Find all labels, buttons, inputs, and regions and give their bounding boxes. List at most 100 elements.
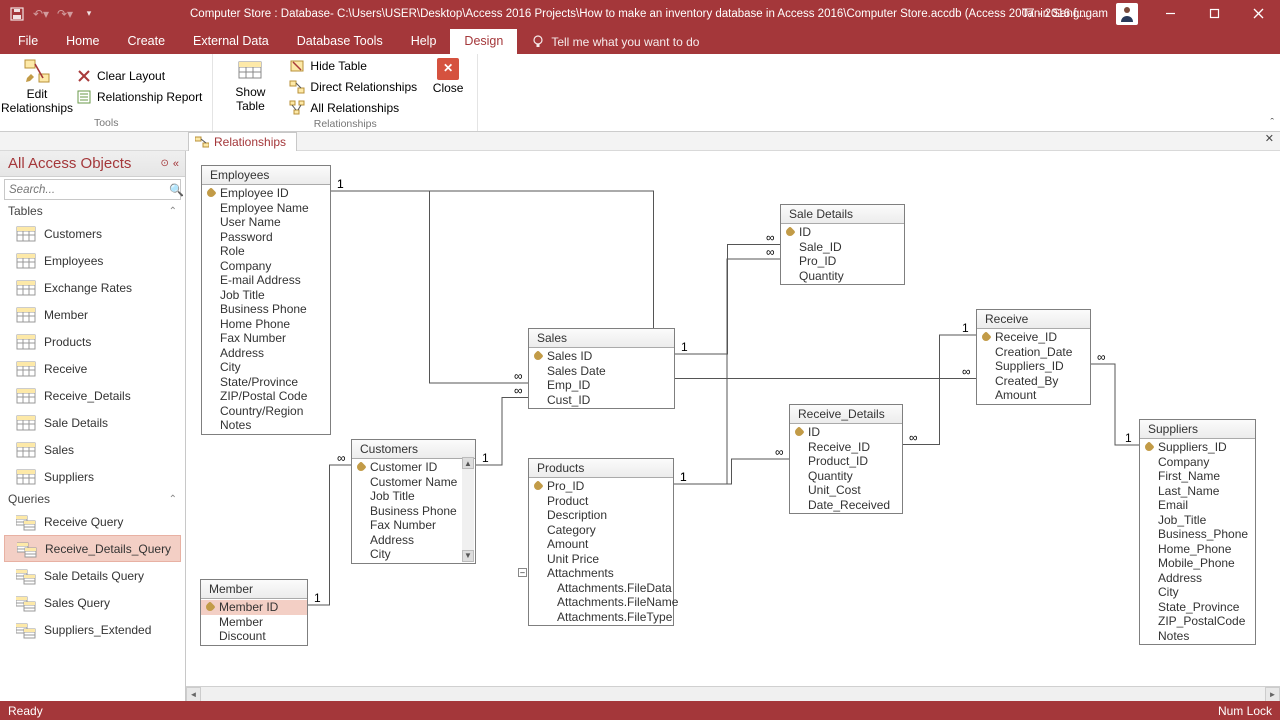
tell-me-search[interactable]: Tell me what you want to do bbox=[531, 29, 699, 54]
field-job_title[interactable]: Job_Title bbox=[1140, 513, 1255, 528]
nav-item-sales-query[interactable]: Sales Query bbox=[4, 589, 181, 616]
field-address[interactable]: Address bbox=[1140, 571, 1255, 586]
field-attachments[interactable]: Attachments bbox=[529, 566, 673, 581]
field-notes[interactable]: Notes bbox=[202, 418, 330, 433]
field-fax-number[interactable]: Fax Number bbox=[352, 518, 475, 533]
nav-item-suppliers[interactable]: Suppliers bbox=[4, 463, 181, 490]
redo-icon[interactable]: ↷▾ bbox=[54, 3, 76, 25]
field-date_received[interactable]: Date_Received bbox=[790, 498, 902, 513]
nav-item-employees[interactable]: Employees bbox=[4, 247, 181, 274]
field-user-name[interactable]: User Name bbox=[202, 215, 330, 230]
entity-customers[interactable]: CustomersCustomer IDCustomer NameJob Tit… bbox=[351, 439, 476, 564]
field-cust_id[interactable]: Cust_ID bbox=[529, 393, 674, 408]
field-discount[interactable]: Discount bbox=[201, 629, 307, 644]
entity-title[interactable]: Receive_Details bbox=[790, 405, 902, 424]
field-pro_id[interactable]: Pro_ID bbox=[529, 479, 673, 494]
field-emp_id[interactable]: Emp_ID bbox=[529, 378, 674, 393]
user-avatar-icon[interactable] bbox=[1116, 3, 1138, 25]
maximize-button[interactable] bbox=[1192, 0, 1236, 27]
nav-item-sales[interactable]: Sales bbox=[4, 436, 181, 463]
nav-item-member[interactable]: Member bbox=[4, 301, 181, 328]
clear-layout-button[interactable]: Clear Layout bbox=[74, 66, 204, 86]
nav-item-receive-details-query[interactable]: Receive_Details_Query bbox=[4, 535, 181, 562]
field-product[interactable]: Product bbox=[529, 494, 673, 509]
field-sales-id[interactable]: Sales ID bbox=[529, 349, 674, 364]
nav-item-customers[interactable]: Customers bbox=[4, 220, 181, 247]
field-job-title[interactable]: Job Title bbox=[352, 489, 475, 504]
field-company[interactable]: Company bbox=[1140, 455, 1255, 470]
close-button-ribbon[interactable]: ✕ Close bbox=[427, 56, 469, 96]
expander-icon[interactable]: – bbox=[518, 568, 527, 577]
horizontal-scrollbar[interactable]: ◄ ► bbox=[186, 686, 1280, 701]
nav-group-queries[interactable]: Queries⌃ bbox=[0, 490, 185, 508]
field-zip-postal-code[interactable]: ZIP/Postal Code bbox=[202, 389, 330, 404]
field-sales-date[interactable]: Sales Date bbox=[529, 364, 674, 379]
entity-sale-details[interactable]: Sale DetailsIDSale_IDPro_IDQuantity bbox=[780, 204, 905, 285]
field-pro_id[interactable]: Pro_ID bbox=[781, 254, 904, 269]
field-company[interactable]: Company bbox=[202, 259, 330, 274]
nav-group-tables[interactable]: Tables⌃ bbox=[0, 202, 185, 220]
field-product_id[interactable]: Product_ID bbox=[790, 454, 902, 469]
hide-table-button[interactable]: Hide Table bbox=[287, 56, 419, 76]
entity-title[interactable]: Products bbox=[529, 459, 673, 478]
field-unit-price[interactable]: Unit Price bbox=[529, 552, 673, 567]
field-employee-id[interactable]: Employee ID bbox=[202, 186, 330, 201]
nav-item-receive-details[interactable]: Receive_Details bbox=[4, 382, 181, 409]
entity-scrollbar[interactable]: ▲▼ bbox=[462, 457, 474, 562]
relationship-report-button[interactable]: Relationship Report bbox=[74, 87, 204, 107]
show-table-button[interactable]: Show Table bbox=[221, 56, 279, 114]
field-address[interactable]: Address bbox=[352, 533, 475, 548]
tab-help[interactable]: Help bbox=[397, 29, 451, 54]
field-password[interactable]: Password bbox=[202, 230, 330, 245]
user-name[interactable]: Tanin Sangngam bbox=[1022, 8, 1108, 20]
entity-title[interactable]: Suppliers bbox=[1140, 420, 1255, 439]
field-sale_id[interactable]: Sale_ID bbox=[781, 240, 904, 255]
field-zip_postalcode[interactable]: ZIP_PostalCode bbox=[1140, 614, 1255, 629]
field-quantity[interactable]: Quantity bbox=[781, 269, 904, 284]
tab-file[interactable]: File bbox=[4, 29, 52, 54]
nav-item-sale-details-query[interactable]: Sale Details Query bbox=[4, 562, 181, 589]
nav-title[interactable]: All Access Objects bbox=[8, 155, 131, 172]
field-amount[interactable]: Amount bbox=[977, 388, 1090, 403]
nav-item-exchange-rates[interactable]: Exchange Rates bbox=[4, 274, 181, 301]
close-button[interactable] bbox=[1236, 0, 1280, 27]
field-description[interactable]: Description bbox=[529, 508, 673, 523]
tab-design[interactable]: Design bbox=[450, 29, 517, 54]
field-business-phone[interactable]: Business Phone bbox=[352, 504, 475, 519]
field-creation_date[interactable]: Creation_Date bbox=[977, 345, 1090, 360]
entity-suppliers[interactable]: SuppliersSuppliers_IDCompanyFirst_NameLa… bbox=[1139, 419, 1256, 645]
field-id[interactable]: ID bbox=[781, 225, 904, 240]
field-state_province[interactable]: State_Province bbox=[1140, 600, 1255, 615]
nav-collapse-icon[interactable]: « bbox=[173, 158, 179, 170]
field-business-phone[interactable]: Business Phone bbox=[202, 302, 330, 317]
minimize-button[interactable] bbox=[1148, 0, 1192, 27]
nav-item-products[interactable]: Products bbox=[4, 328, 181, 355]
field-first_name[interactable]: First_Name bbox=[1140, 469, 1255, 484]
field-attachments-filename[interactable]: Attachments.FileName bbox=[529, 595, 673, 610]
nav-item-sale-details[interactable]: Sale Details bbox=[4, 409, 181, 436]
entity-receive[interactable]: ReceiveReceive_IDCreation_DateSuppliers_… bbox=[976, 309, 1091, 405]
entity-title[interactable]: Customers bbox=[352, 440, 475, 459]
field-business_phone[interactable]: Business_Phone bbox=[1140, 527, 1255, 542]
tab-home[interactable]: Home bbox=[52, 29, 113, 54]
entity-receive-details[interactable]: Receive_DetailsIDReceive_IDProduct_IDQua… bbox=[789, 404, 903, 514]
field-state-province[interactable]: State/Province bbox=[202, 375, 330, 390]
nav-item-suppliers-extended[interactable]: Suppliers_Extended bbox=[4, 616, 181, 643]
field-email[interactable]: Email bbox=[1140, 498, 1255, 513]
all-relationships-button[interactable]: All Relationships bbox=[287, 98, 419, 118]
field-address[interactable]: Address bbox=[202, 346, 330, 361]
scroll-left-icon[interactable]: ◄ bbox=[186, 687, 201, 701]
entity-sales[interactable]: SalesSales IDSales DateEmp_IDCust_ID bbox=[528, 328, 675, 409]
field-unit_cost[interactable]: Unit_Cost bbox=[790, 483, 902, 498]
entity-employees[interactable]: EmployeesEmployee IDEmployee NameUser Na… bbox=[201, 165, 331, 435]
entity-title[interactable]: Member bbox=[201, 580, 307, 599]
qat-customize-icon[interactable]: ▾ bbox=[78, 3, 100, 25]
field-customer-name[interactable]: Customer Name bbox=[352, 475, 475, 490]
collapse-ribbon-icon[interactable]: ˆ bbox=[1270, 117, 1274, 129]
field-attachments-filedata[interactable]: Attachments.FileData bbox=[529, 581, 673, 596]
scroll-right-icon[interactable]: ► bbox=[1265, 687, 1280, 701]
field-amount[interactable]: Amount bbox=[529, 537, 673, 552]
entity-title[interactable]: Employees bbox=[202, 166, 330, 185]
relationships-canvas[interactable]: 1∞1∞1∞1∞1∞1∞∞11∞∞1 ◄ ► EmployeesEmployee… bbox=[186, 151, 1280, 701]
field-suppliers_id[interactable]: Suppliers_ID bbox=[1140, 440, 1255, 455]
